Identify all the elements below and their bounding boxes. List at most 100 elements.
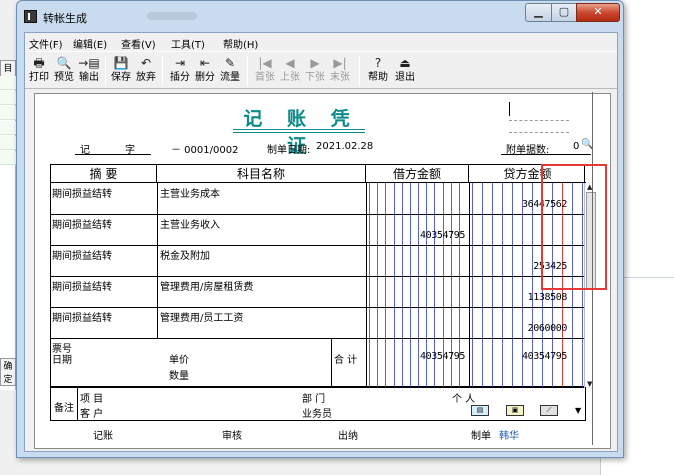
unit-price-label: 单价 (169, 355, 189, 366)
voucher-extra-field[interactable] (509, 102, 569, 116)
save-button[interactable]: 💾 保存 (109, 54, 133, 88)
total-label: 合 计 (334, 355, 358, 366)
row-3-summary[interactable]: 期间损益结转 (52, 247, 112, 262)
last-icon: ▶| (333, 56, 347, 70)
exit-icon: ⏏ (399, 56, 411, 70)
print-button[interactable]: 🖶 打印 (27, 54, 51, 88)
menu-help[interactable]: 帮助(H) (223, 36, 258, 51)
next-voucher-button[interactable]: ▶ 下张 (303, 54, 327, 88)
background-row (0, 121, 16, 135)
toolbar-separator (162, 56, 163, 86)
discard-button[interactable]: ↶ 放弃 (134, 54, 158, 88)
voucher-window: 转帐生成 ▁ ▢ ✕ 文件(F) 编辑(E) 查看(V) 工具(T) 帮助(H)… (16, 0, 624, 458)
row-4-summary[interactable]: 期间损益结转 (52, 278, 112, 293)
close-button[interactable]: ✕ (576, 3, 620, 22)
background-row (0, 151, 16, 165)
menu-edit[interactable]: 编辑(E) (73, 36, 107, 51)
red-highlight-box (541, 164, 607, 290)
background-row (0, 136, 16, 150)
salesman-label: 业务员 (302, 409, 332, 420)
flow-icon: ✎ (224, 56, 236, 70)
help-icon: ? (374, 56, 382, 70)
insert-entry-button[interactable]: ⇥ 插分 (168, 54, 192, 88)
toolbar-separator (247, 56, 248, 86)
delete-entry-button[interactable]: ⇤ 删分 (193, 54, 217, 88)
voucher-icon[interactable]: ▣ (506, 405, 524, 416)
prev-icon: ◀ (285, 56, 295, 70)
voucher-number[interactable]: － 0001/0002 (171, 141, 238, 156)
client-area: 文件(F) 编辑(E) 查看(V) 工具(T) 帮助(H) 🖶 打印 🔍 预览 →▤… (24, 32, 618, 452)
customer-label: 客 户 (80, 409, 104, 420)
voucher-entry-grid: 摘 要 科目名称 借方金额 贷方金额 期间损益结转 主营业务成本 3644756… (50, 164, 597, 388)
project-label: 项 目 (80, 394, 104, 405)
title-redacted (147, 12, 197, 20)
maker-label: 制单 (471, 431, 491, 442)
menu-file[interactable]: 文件(F) (29, 36, 63, 51)
background-row (0, 76, 16, 90)
bookkeeping-label: 记账 (93, 431, 113, 442)
first-voucher-button[interactable]: |◀ 首张 (253, 54, 277, 88)
first-icon: |◀ (258, 56, 272, 70)
exit-button[interactable]: ⏏ 退出 (392, 54, 418, 88)
row-2-summary[interactable]: 期间损益结转 (52, 216, 112, 231)
next-icon: ▶ (310, 56, 320, 70)
undo-icon: ↶ (140, 56, 152, 70)
row-2-account[interactable]: 主营业务收入 (160, 216, 220, 231)
row-3-account[interactable]: 税金及附加 (160, 247, 210, 262)
last-voucher-button[interactable]: ▶| 末张 (328, 54, 352, 88)
title-bar[interactable]: 转帐生成 ▁ ▢ ✕ (17, 1, 623, 31)
person-label: 个 人 (452, 394, 476, 405)
voucher-sheet: 记 账 凭 证 记 字 － 0001/0002 制单日期: 2021.02.28… (34, 93, 611, 449)
department-label: 部 门 (302, 394, 326, 405)
export-icon: →▤ (78, 56, 100, 70)
menu-bar: 文件(F) 编辑(E) 查看(V) 工具(T) 帮助(H) (25, 33, 617, 51)
save-icon: 💾 (113, 56, 129, 70)
toolbar-separator (359, 56, 360, 86)
toolbar-separator (105, 56, 106, 86)
background-tag-bottom[interactable]: 确定 (0, 358, 16, 386)
chart-icon[interactable]: ⟋ (540, 405, 558, 416)
header-summary: 摘 要 (51, 165, 157, 183)
printer-icon: 🖶 (33, 56, 45, 70)
app-icon (24, 10, 37, 23)
row-5-credit[interactable]: 2060000 (467, 323, 568, 334)
card-icon[interactable]: ▤ (471, 405, 489, 416)
menu-view[interactable]: 查看(V) (121, 36, 156, 51)
help-button[interactable]: ? 帮助 (365, 54, 391, 88)
cashier-label: 出纳 (338, 431, 358, 442)
background-left-panel: 目目 确定 (0, 60, 16, 390)
insert-row-icon: ⇥ (174, 56, 186, 70)
export-button[interactable]: →▤ 输出 (77, 54, 101, 88)
menu-tools[interactable]: 工具(T) (171, 36, 205, 51)
header-account: 科目名称 (157, 165, 366, 183)
prev-voucher-button[interactable]: ◀ 上张 (278, 54, 302, 88)
delete-row-icon: ⇤ (199, 56, 211, 70)
window-title: 转帐生成 (43, 12, 87, 25)
total-credit: 40354795 (522, 351, 567, 362)
remarks-label: 备注 (54, 403, 74, 414)
toolbar: 🖶 打印 🔍 预览 →▤ 输出 💾 保存 ↶ 放弃 ⇥ 插分 ⇤ 删分 ✎ 流量 |◀ 首张 ◀ 上… (25, 51, 617, 89)
row-1-account[interactable]: 主营业务成本 (160, 185, 220, 200)
audit-label: 审核 (222, 431, 242, 442)
attach-count[interactable]: 0 (573, 141, 579, 152)
date-label: 制单日期: (267, 145, 311, 156)
row-5-account[interactable]: 管理费用/员工工资 (160, 309, 243, 324)
quantity-label: 数量 (169, 371, 189, 382)
row-5-summary[interactable]: 期间损益结转 (52, 309, 112, 324)
row-4-account[interactable]: 管理费用/房屋租赁费 (160, 278, 253, 293)
header-debit: 借方金额 (366, 165, 469, 183)
cash-flow-button[interactable]: ✎ 流量 (218, 54, 242, 88)
preview-button[interactable]: 🔍 预览 (52, 54, 76, 88)
row-2-debit[interactable]: 40354795 (365, 230, 465, 241)
row-1-summary[interactable]: 期间损益结转 (52, 185, 112, 200)
row-4-credit[interactable]: 1138508 (467, 292, 568, 303)
preview-icon: 🔍 (56, 56, 72, 70)
maker-name: 韩华 (499, 431, 519, 442)
voucher-date[interactable]: 2021.02.28 (316, 141, 373, 152)
maximize-button[interactable]: ▢ (551, 3, 577, 22)
minimize-button[interactable]: ▁ (525, 3, 552, 22)
background-row (0, 106, 16, 120)
ticket-date-label: 日期 (52, 355, 72, 366)
dropdown-arrow-icon[interactable]: ▼ (575, 406, 581, 415)
background-row (0, 91, 16, 105)
